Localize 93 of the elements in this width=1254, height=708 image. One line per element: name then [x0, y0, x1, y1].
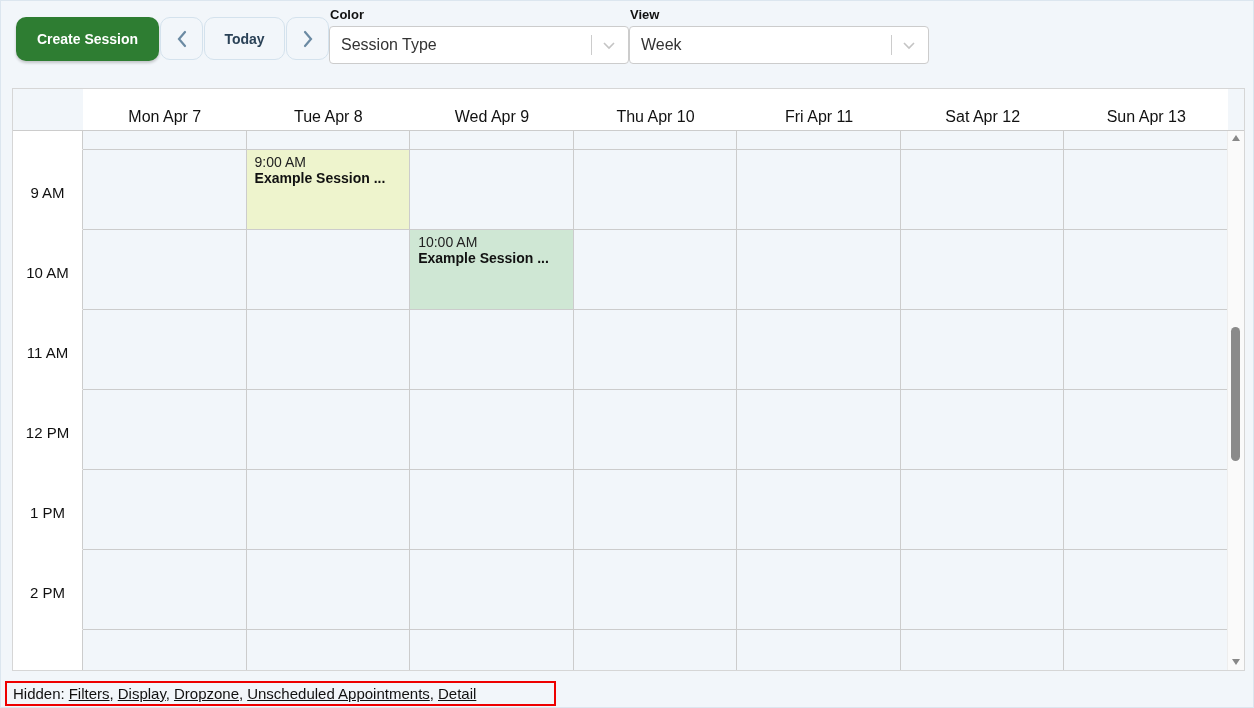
- calendar-cell[interactable]: [246, 310, 411, 389]
- calendar-cell[interactable]: [246, 550, 411, 629]
- time-label: 10 AM: [26, 264, 69, 281]
- calendar-cell[interactable]: [1064, 470, 1227, 549]
- calendar-cell[interactable]: [410, 150, 574, 229]
- calendar-cell[interactable]: [573, 150, 738, 229]
- separator: ,: [429, 685, 434, 702]
- session-event[interactable]: 10:00 AM Example Session ...: [410, 230, 573, 309]
- calendar-cell[interactable]: [410, 310, 574, 389]
- hidden-label: Hidden:: [13, 685, 65, 702]
- calendar-cell[interactable]: [410, 390, 574, 469]
- field-label: Color: [329, 6, 365, 24]
- calendar-cell[interactable]: [83, 150, 247, 229]
- calendar-cell[interactable]: [83, 230, 247, 309]
- calendar-cell[interactable]: [573, 390, 738, 469]
- panel-link[interactable]: Unscheduled Appointments: [247, 685, 430, 702]
- today-button[interactable]: Today: [204, 17, 285, 60]
- day-header: Tue Apr 8: [292, 107, 364, 127]
- calendar-cell[interactable]: [246, 390, 411, 469]
- calendar-cell[interactable]: [83, 390, 247, 469]
- scrollbar-corner: [1228, 89, 1245, 130]
- calendar-cell[interactable]: [246, 470, 411, 549]
- calendar-cell[interactable]: [900, 470, 1065, 549]
- time-label: 11 AM: [26, 344, 69, 361]
- calendar-cell[interactable]: [573, 470, 738, 549]
- chevron-left-icon: [175, 29, 188, 48]
- calendar-cell[interactable]: [737, 310, 901, 389]
- scrollbar-thumb[interactable]: [1231, 327, 1240, 461]
- calendar-cell[interactable]: [737, 230, 901, 309]
- calendar-cell[interactable]: [573, 310, 738, 389]
- calendar-cell[interactable]: [900, 390, 1065, 469]
- separator: ,: [239, 685, 244, 702]
- time-label: 2 PM: [30, 584, 65, 601]
- calendar-cell[interactable]: [573, 550, 738, 629]
- scrollbar[interactable]: [1227, 131, 1244, 670]
- calendar-cell[interactable]: [410, 550, 574, 629]
- calendar-cell[interactable]: [573, 230, 738, 309]
- day-header: Fri Apr 11: [784, 107, 855, 127]
- chevron-down-icon: [902, 40, 916, 50]
- scroll-down-icon[interactable]: [1231, 658, 1241, 666]
- calendar-cell[interactable]: [246, 230, 411, 309]
- panel-link[interactable]: Filters: [68, 685, 110, 702]
- calendar-cell[interactable]: [410, 131, 574, 149]
- day-header: Wed Apr 9: [453, 107, 531, 127]
- calendar-cell[interactable]: [83, 131, 247, 149]
- calendar-cell[interactable]: [900, 131, 1065, 149]
- time-label: 12 PM: [25, 424, 70, 441]
- dropdown[interactable]: Session Type: [329, 26, 629, 64]
- day-header: Sun Apr 13: [1105, 107, 1187, 127]
- dropdown[interactable]: Week: [629, 26, 929, 64]
- session-event[interactable]: 9:00 AM Example Session ...: [246, 150, 410, 229]
- time-label: 9 AM: [30, 184, 65, 201]
- scroll-up-icon[interactable]: [1231, 134, 1241, 142]
- previous-button[interactable]: [160, 17, 203, 60]
- calendar-cell[interactable]: [737, 550, 901, 629]
- calendar-cell[interactable]: [573, 131, 738, 149]
- calendar-cell[interactable]: [246, 131, 411, 149]
- calendar-cell[interactable]: [737, 470, 901, 549]
- time-label: 1 PM: [30, 504, 65, 521]
- calendar-cell[interactable]: [900, 310, 1065, 389]
- day-header: Mon Apr 7: [127, 107, 203, 127]
- panel-link[interactable]: Dropzone: [173, 685, 239, 702]
- calendar-cell[interactable]: [83, 310, 247, 389]
- calendar-cell[interactable]: [410, 470, 574, 549]
- calendar-cell[interactable]: [1064, 150, 1227, 229]
- calendar-cell[interactable]: [1064, 550, 1227, 629]
- event-title: Example Session ...: [254, 170, 387, 186]
- event-time: 9:00 AM: [254, 154, 307, 170]
- calendar-cell[interactable]: [1064, 310, 1227, 389]
- calendar-cell[interactable]: [737, 150, 901, 229]
- separator: ,: [109, 685, 114, 702]
- chevron-down-icon: [602, 40, 616, 50]
- event-time: 10:00 AM: [418, 234, 479, 250]
- day-header: Sat Apr 12: [944, 107, 1022, 127]
- calendar-cell[interactable]: [1064, 230, 1227, 309]
- panel-link[interactable]: Display: [117, 685, 166, 702]
- field-label: View: [629, 6, 661, 24]
- calendar-cell[interactable]: [737, 390, 901, 469]
- calendar-cell[interactable]: [83, 550, 247, 629]
- next-button[interactable]: [286, 17, 329, 60]
- event-title: Example Session ...: [418, 250, 550, 266]
- calendar-cell[interactable]: [900, 550, 1065, 629]
- calendar-cell[interactable]: [737, 131, 901, 149]
- day-header: Thu Apr 10: [615, 107, 696, 127]
- create-session-button[interactable]: Create Session: [16, 17, 159, 61]
- calendar-cell[interactable]: [900, 230, 1065, 309]
- calendar-cell[interactable]: [1064, 131, 1227, 149]
- calendar-cell[interactable]: [1064, 390, 1227, 469]
- panel-link[interactable]: Detail: [438, 685, 477, 702]
- calendar-cell[interactable]: [83, 470, 247, 549]
- calendar-cell[interactable]: [900, 150, 1065, 229]
- chevron-right-icon: [301, 29, 314, 48]
- header-corner: [13, 89, 83, 130]
